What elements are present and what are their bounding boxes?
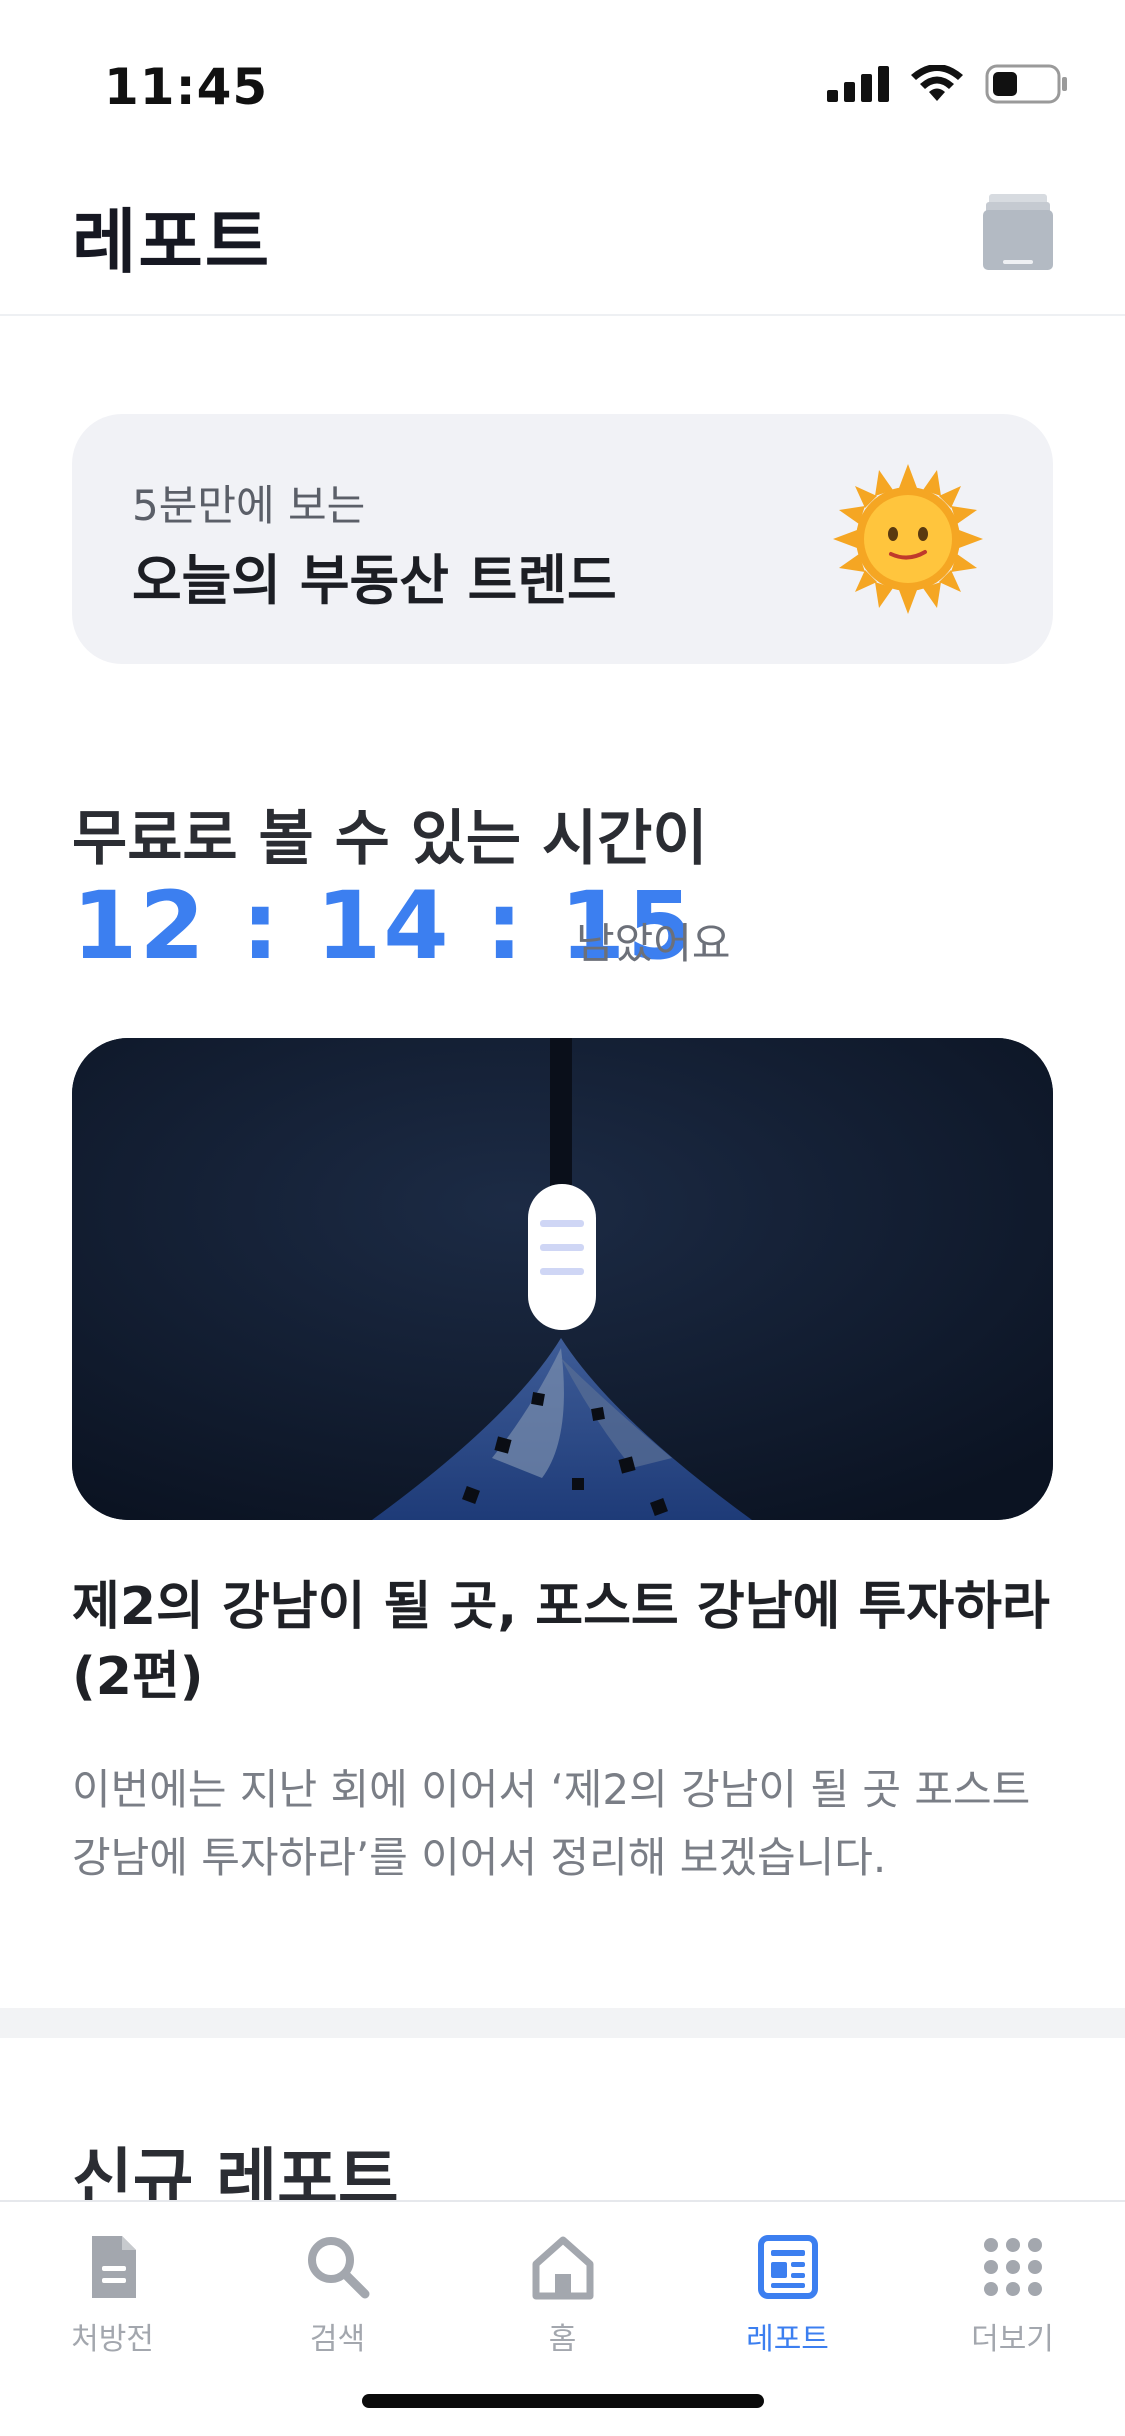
battery-icon [985, 64, 1067, 104]
tab-report[interactable]: 레포트 [675, 2202, 900, 2392]
tab-prescription[interactable]: 처방전 [0, 2202, 225, 2392]
tab-label: 더보기 [971, 2322, 1054, 2357]
wifi-icon [911, 65, 963, 101]
home-icon [532, 2236, 593, 2300]
signal-icon [827, 66, 889, 102]
zipper-illustration [72, 1038, 1053, 1520]
report-icon [757, 2235, 818, 2299]
tab-label: 레포트 [746, 2322, 829, 2357]
status-time: 11:45 [104, 58, 269, 116]
more-grid-icon [983, 2238, 1042, 2296]
remaining-label: 남았어요 [576, 919, 731, 968]
tab-label: 처방전 [71, 2322, 154, 2357]
free-time-heading: 무료로 볼 수 있는 시간이 [72, 804, 708, 874]
document-icon [91, 2236, 136, 2298]
featured-report-title[interactable]: 제2의 강남이 될 곳, 포스트 강남에 투자하라(2편) [72, 1572, 1062, 1712]
trend-title: 오늘의 부동산 트렌드 [132, 549, 617, 612]
sun-icon [833, 464, 983, 614]
section-divider [0, 2008, 1125, 2038]
status-icons [827, 64, 1069, 104]
tab-label: 검색 [309, 2322, 366, 2357]
featured-report-image[interactable] [72, 1038, 1053, 1520]
tab-label: 홈 [548, 2322, 577, 2357]
tab-search[interactable]: 검색 [225, 2202, 450, 2392]
page-title: 레포트 [72, 201, 272, 283]
folder-icon [983, 194, 1053, 270]
featured-report-description: 이번에는 지난 회에 이어서 ‘제2의 강남이 될 곳 포스트 강남에 투자하라… [72, 1765, 1031, 1882]
home-indicator[interactable] [362, 2394, 764, 2408]
tab-more[interactable]: 더보기 [900, 2202, 1125, 2392]
trend-subtitle: 5분만에 보는 [132, 481, 366, 530]
trend-banner[interactable]: 5분만에 보는 오늘의 부동산 트렌드 [72, 414, 1053, 664]
folder-button[interactable] [983, 194, 1053, 270]
tab-home[interactable]: 홈 [450, 2202, 675, 2392]
status-bar: 11:45 [0, 0, 1125, 150]
search-icon [307, 2237, 369, 2299]
header: 레포트 [0, 150, 1125, 316]
